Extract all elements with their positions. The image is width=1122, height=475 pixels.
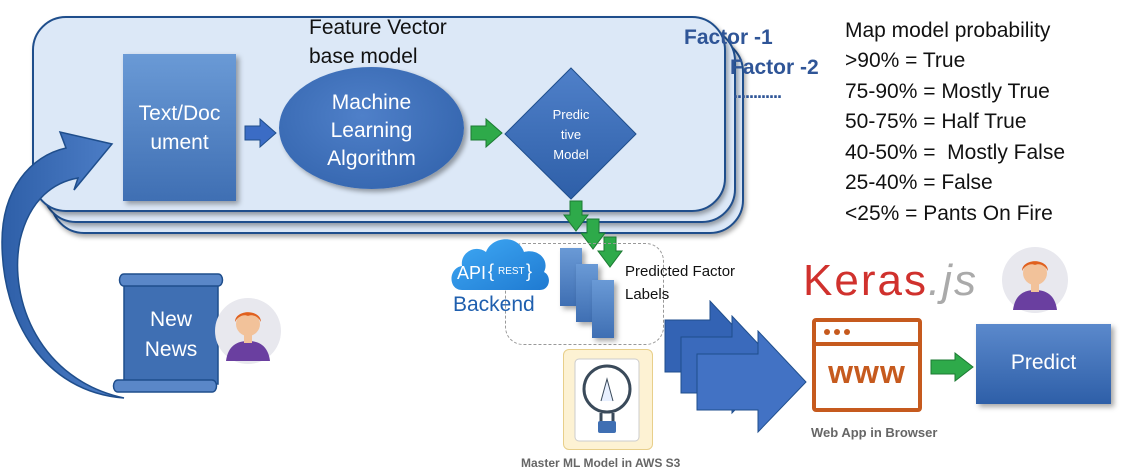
probability-rule-1: >90% = True [845,49,966,72]
lightbulb-icon [574,358,640,442]
feature-vector-title-line1: Feature Vector [309,16,447,39]
keras-logo-js: .js [927,256,978,305]
factor-2-label: Factor -2 [730,56,819,79]
ml-line2: Learning [330,119,413,142]
predict-box: Predict [976,324,1111,404]
ml-line3: Algorithm [327,147,416,170]
label-doc-3 [592,280,614,338]
feature-vector-title-line2: base model [309,45,418,68]
new-news-line2: News [144,338,198,361]
predictive-line2: tive [560,127,582,142]
browser-dot-3 [844,329,850,335]
predicted-labels-line1: Predicted Factor [625,263,736,280]
api-rest-brace-close: } [526,261,533,281]
new-news-line1: New [149,308,192,331]
predictive-line1: Predic [552,107,590,122]
probability-rule-3: 50-75% = Half True [845,110,1027,133]
user-avatar-left [215,298,281,364]
api-label: API [457,263,487,283]
keras-logo: Keras.js [803,256,978,306]
arrow-doc-to-ml [244,117,277,149]
more-factors-dots: ............ [733,82,782,102]
factor-1-label: Factor -1 [684,26,773,49]
arrow-ml-to-model [470,117,503,149]
browser-dot-2 [834,329,840,335]
predictive-line3: Model [553,147,589,162]
api-rest-label: REST [498,266,525,277]
browser-www: www [828,354,906,390]
webapp-caption: Web App in Browser [811,425,938,440]
predict-label: Predict [1010,351,1077,374]
big-arrow-3 [696,330,807,434]
browser-titlebar [816,322,918,346]
probability-rule-5: 25-40% = False [845,171,993,194]
ml-line1: Machine [331,91,412,114]
ml-algorithm-ellipse: Machine Learning Algorithm [279,67,464,189]
text-document-line1: Text/Doc [138,102,221,125]
keras-logo-text: Keras [803,256,928,305]
user-avatar-right [1002,247,1068,313]
browser-window-icon: www [812,318,922,412]
predicted-labels-line2: Labels [625,286,670,303]
backend-label: Backend [453,293,535,316]
browser-dot-1 [824,329,830,335]
map-probability-title: Map model probability [845,19,1051,42]
probability-rule-6: <25% = Pants On Fire [845,202,1053,225]
master-model-caption: Master ML Model in AWS S3 [521,456,681,470]
api-rest-brace-open: { [488,261,495,281]
probability-rule-4: 40-50% = Mostly False [845,141,1066,164]
probability-rule-2: 75-90% = Mostly True [845,80,1050,103]
arrow-to-predict [930,351,974,383]
new-news-scroll [112,273,224,393]
